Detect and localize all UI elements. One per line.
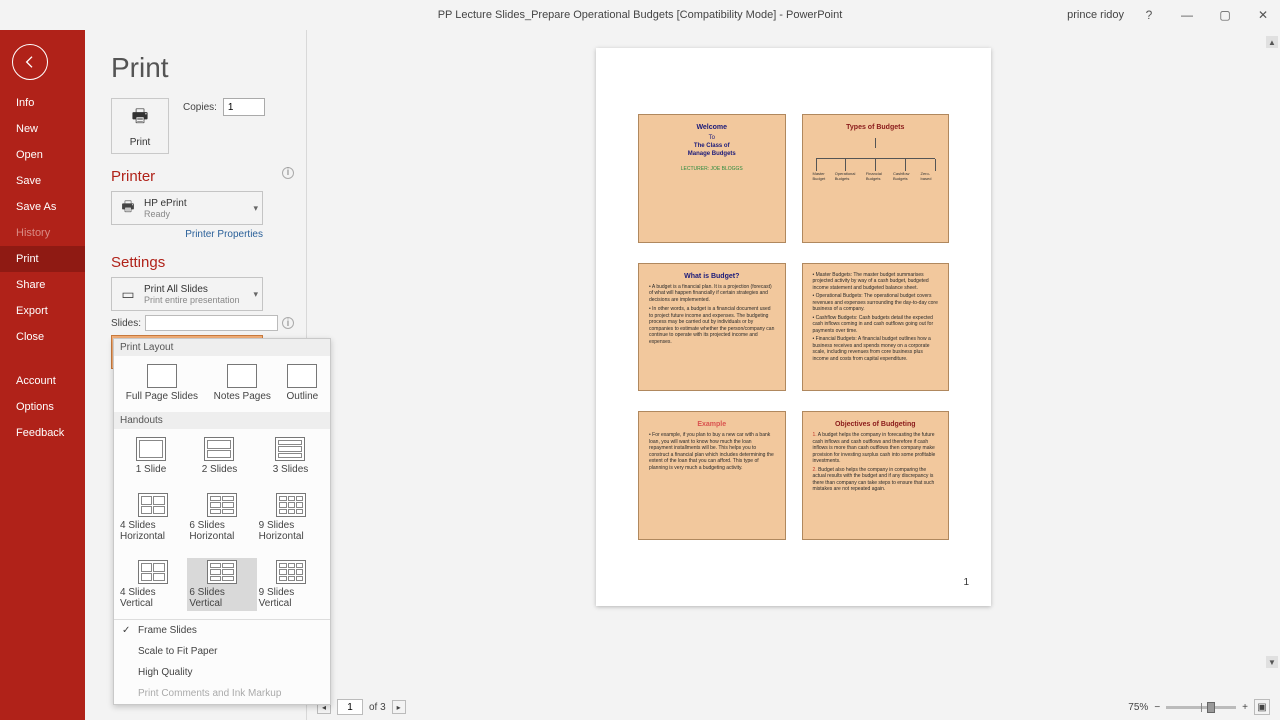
handout-6v[interactable]: 6 Slides Vertical — [187, 558, 256, 611]
printer-status: Ready — [144, 209, 187, 219]
sidebar-item-feedback[interactable]: Feedback — [0, 420, 85, 446]
zoom-slider[interactable] — [1166, 706, 1236, 709]
page-input[interactable] — [337, 699, 363, 715]
zoom-in-button[interactable]: + — [1242, 702, 1248, 713]
sidebar-item-options[interactable]: Options — [0, 394, 85, 420]
slides-icon: ▭ — [118, 286, 138, 303]
slides-label: Slides: — [111, 318, 141, 329]
zoom-label: 75% — [1128, 702, 1148, 713]
back-button[interactable] — [12, 44, 48, 80]
opt-high-quality[interactable]: High Quality — [114, 662, 330, 683]
opt-print-comments: Print Comments and Ink Markup — [114, 683, 330, 704]
printer-heading: Printer — [111, 168, 155, 185]
slide-thumb-4: • Master Budgets: The master budget summ… — [802, 263, 950, 392]
scroll-down-icon[interactable]: ▼ — [1266, 656, 1278, 668]
preview-scrollbar[interactable]: ▲ ▼ — [1266, 36, 1278, 668]
printer-dropdown[interactable]: 🖶 HP ePrint Ready ▾ — [111, 191, 263, 225]
sidebar-item-save[interactable]: Save — [0, 168, 85, 194]
layout-full-page[interactable]: Full Page Slides — [124, 362, 200, 404]
slide-thumb-6: Objectives of Budgeting 1. A budget help… — [802, 411, 950, 540]
page-number: 1 — [963, 577, 969, 588]
print-layout-header: Print Layout — [114, 339, 330, 356]
copies-input[interactable] — [223, 98, 265, 116]
layout-notes-pages[interactable]: Notes Pages — [212, 362, 273, 404]
handout-4v[interactable]: 4 Slides Vertical — [118, 558, 187, 611]
print-range-sub: Print entire presentation — [144, 295, 240, 305]
sidebar-item-open[interactable]: Open — [0, 142, 85, 168]
sidebar-item-print[interactable]: Print — [0, 246, 85, 272]
minimize-button[interactable]: ― — [1174, 4, 1200, 26]
copies-label: Copies: — [183, 102, 217, 113]
printer-name: HP ePrint — [144, 198, 187, 209]
slide-thumb-2: Types of Budgets — [802, 114, 950, 243]
print-button-label: Print — [130, 137, 151, 148]
printer-icon: 🖶 — [132, 104, 149, 134]
print-button[interactable]: 🖶 Print — [111, 98, 169, 154]
slide-thumb-5: Example • For example, if you plan to bu… — [638, 411, 786, 540]
slides-input[interactable] — [145, 315, 278, 331]
handout-1-slide[interactable]: 1 Slide — [134, 435, 169, 477]
sidebar-item-account[interactable]: Account — [0, 368, 85, 394]
backstage-sidebar: Info New Open Save Save As History Print… — [0, 30, 85, 720]
preview-pane: Welcome To The Class of Manage Budgets L… — [307, 30, 1280, 720]
sidebar-item-save-as[interactable]: Save As — [0, 194, 85, 220]
next-page-button[interactable]: ▸ — [392, 700, 406, 714]
print-range-main: Print All Slides — [144, 284, 240, 295]
preview-footer: ◂ of 3 ▸ 75% − + ▣ — [307, 694, 1280, 720]
sidebar-item-close[interactable]: Close — [0, 324, 85, 350]
zoom-out-button[interactable]: − — [1154, 702, 1160, 713]
sidebar-item-info[interactable]: Info — [0, 90, 85, 116]
info-icon[interactable]: i — [282, 317, 294, 329]
chevron-down-icon: ▾ — [253, 289, 258, 300]
chevron-down-icon: ▾ — [253, 203, 258, 214]
restore-button[interactable]: ▢ — [1212, 4, 1238, 26]
sidebar-item-history[interactable]: History — [0, 220, 85, 246]
settings-heading: Settings — [111, 254, 300, 271]
handouts-header: Handouts — [114, 412, 330, 429]
scroll-up-icon[interactable]: ▲ — [1266, 36, 1278, 48]
title-bar: PP Lecture Slides_Prepare Operational Bu… — [0, 0, 1280, 30]
handout-6h[interactable]: 6 Slides Horizontal — [187, 491, 256, 544]
handout-3-slides[interactable]: 3 Slides — [271, 435, 311, 477]
printer-status-icon: 🖶 — [118, 196, 138, 220]
layout-outline[interactable]: Outline — [285, 362, 321, 404]
slide-thumb-3: What is Budget? • A budget is a financia… — [638, 263, 786, 392]
handout-4h[interactable]: 4 Slides Horizontal — [118, 491, 187, 544]
sidebar-item-share[interactable]: Share — [0, 272, 85, 298]
window-title: PP Lecture Slides_Prepare Operational Bu… — [438, 9, 843, 21]
page-title: Print — [111, 52, 300, 84]
printer-properties-link[interactable]: Printer Properties — [111, 229, 263, 240]
opt-frame-slides[interactable]: Frame Slides — [114, 620, 330, 641]
layout-flyout: Print Layout Full Page Slides Notes Page… — [113, 338, 331, 705]
help-button[interactable]: ? — [1136, 4, 1162, 26]
user-name[interactable]: prince ridoy — [1067, 9, 1124, 21]
preview-page: Welcome To The Class of Manage Budgets L… — [596, 48, 991, 606]
sidebar-item-new[interactable]: New — [0, 116, 85, 142]
page-of-label: of 3 — [369, 702, 386, 713]
print-range-dropdown[interactable]: ▭ Print All Slides Print entire presenta… — [111, 277, 263, 311]
handout-9h[interactable]: 9 Slides Horizontal — [257, 491, 326, 544]
slide-thumb-1: Welcome To The Class of Manage Budgets L… — [638, 114, 786, 243]
zoom-fit-button[interactable]: ▣ — [1254, 699, 1270, 715]
info-icon[interactable]: i — [282, 167, 294, 179]
sidebar-item-export[interactable]: Export — [0, 298, 85, 324]
handout-2-slides[interactable]: 2 Slides — [200, 435, 240, 477]
handout-9v[interactable]: 9 Slides Vertical — [257, 558, 326, 611]
opt-scale-fit[interactable]: Scale to Fit Paper — [114, 641, 330, 662]
close-button[interactable]: ✕ — [1250, 4, 1276, 26]
